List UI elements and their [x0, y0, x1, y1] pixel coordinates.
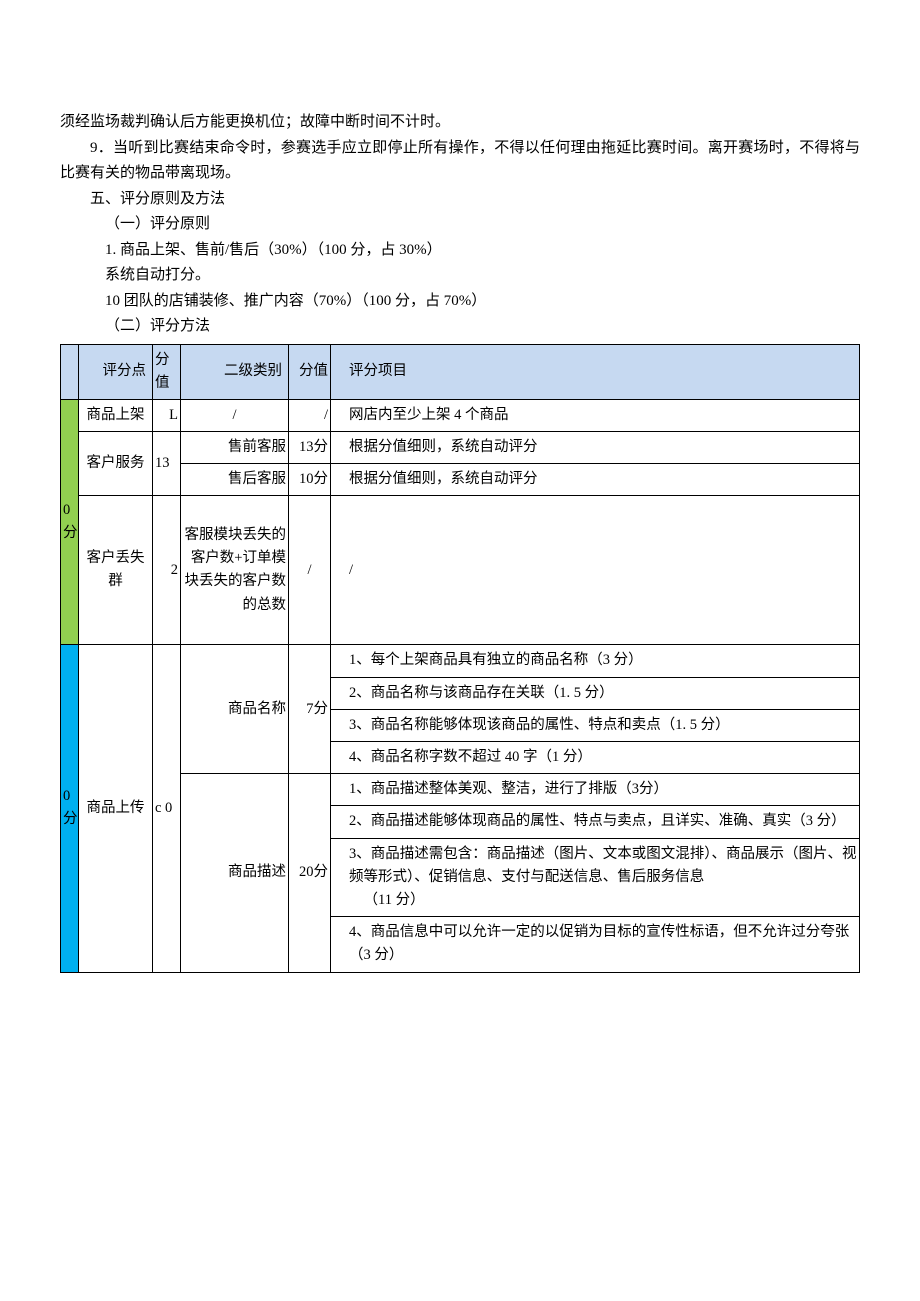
cell-score-value: L: [153, 399, 181, 431]
cell-scoring-point: 商品上架: [79, 399, 153, 431]
cell-sub-value: /: [289, 496, 331, 645]
table-row: 0分 商品上传 c 0 商品名称 7分 1、每个上架商品具有独立的商品名称（3 …: [61, 645, 860, 677]
cell-scoring-item: 2、商品名称与该商品存在关联（1. 5 分）: [331, 677, 860, 709]
cell-scoring-item: 4、商品信息中可以允许一定的以促销为目标的宣传性标语，但不允许过分夸张（3 分）: [331, 917, 860, 972]
scoring-principle-2: 10 团队的店铺装修、推广内容（70%）（100 分，占 70%）: [60, 289, 860, 315]
section-blue-label: 0分: [61, 645, 79, 972]
scoring-principle-1: 1. 商品上架、售前/售后（30%）（100 分，占 30%）: [60, 238, 860, 264]
cell-scoring-point: 商品上传: [79, 645, 153, 972]
cell-scoring-item: 根据分值细则，系统自动评分: [331, 432, 860, 464]
cell-scoring-item: 网店内至少上架 4 个商品: [331, 399, 860, 431]
cell-category: 商品名称: [181, 645, 289, 774]
heading-scoring: 五、评分原则及方法: [60, 187, 860, 213]
cell-scoring-item: 3、商品名称能够体现该商品的属性、特点和卖点（1. 5 分）: [331, 709, 860, 741]
cell-scoring-item: 3、商品描述需包含：商品描述（图片、文本或图文混排）、商品展示（图片、视频等形式…: [331, 838, 860, 917]
cell-scoring-item: 1、商品描述整体美观、整洁，进行了排版（3分）: [331, 774, 860, 806]
cell-scoring-item: 4、商品名称字数不超过 40 字（1 分）: [331, 742, 860, 774]
cell-sub-value: 20分: [289, 774, 331, 972]
header-score-value: 分值: [153, 344, 181, 399]
cell-scoring-item: 2、商品描述能够体现商品的属性、特点与卖点，且详实、准确、真实（3 分）: [331, 806, 860, 838]
table-row: 售后客服 10分 根据分值细则，系统自动评分: [61, 464, 860, 496]
header-scoring-point: 评分点: [79, 344, 153, 399]
cell-sub-value: 13分: [289, 432, 331, 464]
cell-score-value: c 0: [153, 645, 181, 972]
cell-score-value: 2: [153, 496, 181, 645]
cell-scoring-item: /: [331, 496, 860, 645]
header-blank: [61, 344, 79, 399]
cell-scoring-point: 客户服务: [79, 432, 153, 496]
cell-category: 售后客服: [181, 464, 289, 496]
section-green-label: 0分: [61, 399, 79, 645]
table-row: 0分 商品上架 L / / 网店内至少上架 4 个商品: [61, 399, 860, 431]
cell-sub-value: 7分: [289, 645, 331, 774]
header-scoring-item: 评分项目: [331, 344, 860, 399]
cell-scoring-item: 根据分值细则，系统自动评分: [331, 464, 860, 496]
paragraph-rule-9: 9．当听到比赛结束命令时，参赛选手应立即停止所有操作，不得以任何理由拖延比赛时间…: [60, 136, 860, 187]
cell-sub-value: 10分: [289, 464, 331, 496]
paragraph-rule-continue: 须经监场裁判确认后方能更换机位；故障中断时间不计时。: [60, 110, 860, 136]
header-sub-value: 分值: [289, 344, 331, 399]
cell-scoring-item: 1、每个上架商品具有独立的商品名称（3 分）: [331, 645, 860, 677]
cell-category: 售前客服: [181, 432, 289, 464]
cell-sub-value: /: [289, 399, 331, 431]
table-row: 客户服务 13 售前客服 13分 根据分值细则，系统自动评分: [61, 432, 860, 464]
heading-scoring-method: （二）评分方法: [60, 314, 860, 340]
cell-category: 客服模块丢失的客户数+订单模块丢失的客户数的总数: [181, 496, 289, 645]
table-row: 商品描述 20分 1、商品描述整体美观、整洁，进行了排版（3分）: [61, 774, 860, 806]
cell-category: /: [181, 399, 289, 431]
scoring-principle-1b: 系统自动打分。: [60, 263, 860, 289]
cell-scoring-point: 客户丢失群: [79, 496, 153, 645]
table-header-row: 评分点 分值 二级类别 分值 评分项目: [61, 344, 860, 399]
header-category: 二级类别: [181, 344, 289, 399]
cell-category: 商品描述: [181, 774, 289, 972]
scoring-table: 评分点 分值 二级类别 分值 评分项目 0分 商品上架 L / / 网店内至少上…: [60, 344, 860, 973]
cell-score-value: 13: [153, 432, 181, 496]
table-row: 客户丢失群 2 客服模块丢失的客户数+订单模块丢失的客户数的总数 / /: [61, 496, 860, 645]
heading-scoring-principle: （一）评分原则: [60, 212, 860, 238]
